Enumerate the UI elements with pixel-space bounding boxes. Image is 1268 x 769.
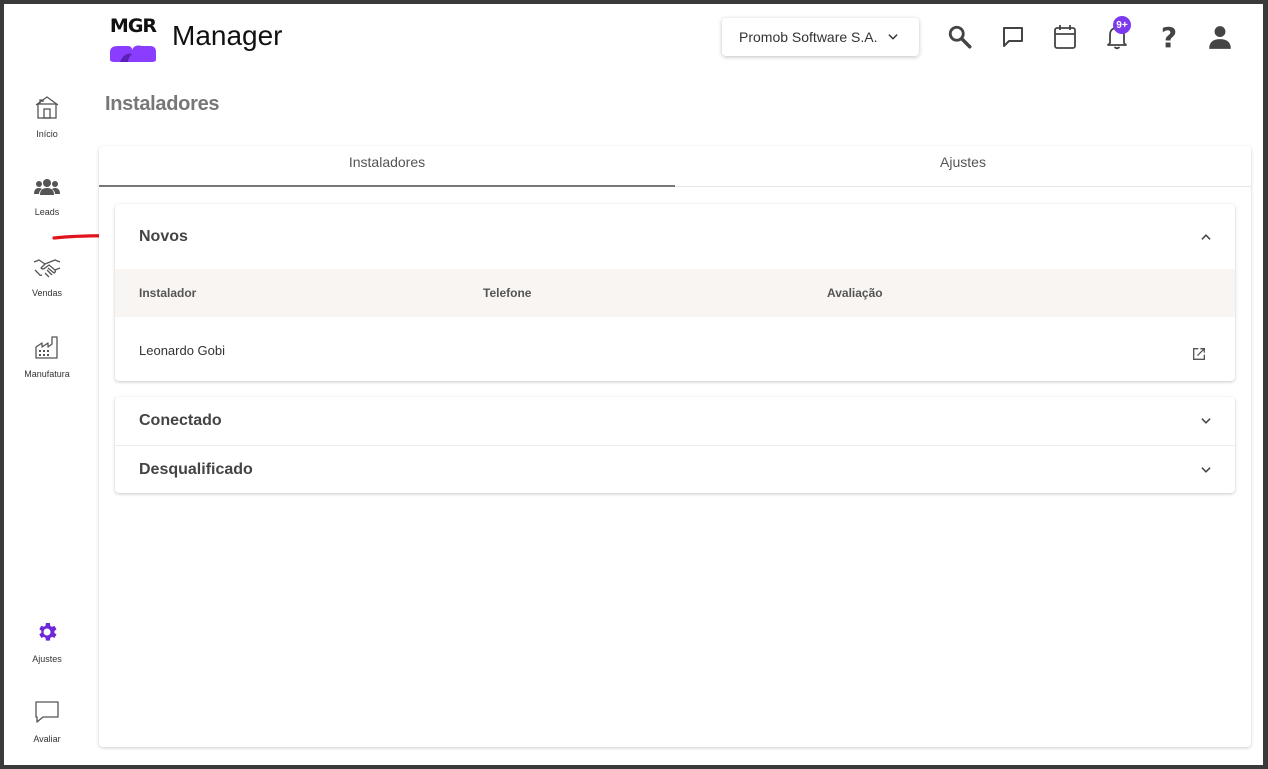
company-select[interactable]: Promob Software S.A. [722,18,919,56]
sidebar-item-manufatura[interactable]: Manufatura [4,327,90,387]
logo-shape [110,45,156,62]
gear-icon [35,620,59,649]
accordion-group-collapsed: Conectado Desqualificado [115,397,1235,493]
sidebar-item-leads[interactable]: Leads [4,167,90,227]
cell-instalador: Leonardo Gobi [139,343,226,358]
chevron-up-icon[interactable] [1199,230,1213,244]
factory-icon [34,335,60,364]
tab-instaladores[interactable]: Instaladores [99,146,675,187]
page-title: Instaladores [105,93,220,115]
home-icon [34,95,60,124]
section-title: Conectado [139,412,222,429]
accordion-header-desqualificado[interactable]: Desqualificado [115,446,1235,493]
app-window: MGR Manager Promob Software S.A. 9+ ? In… [4,4,1263,765]
sidebar-item-ajustes[interactable]: Ajustes [4,612,90,672]
table-row[interactable]: Leonardo Gobi [115,317,1235,383]
accordion-header-conectado[interactable]: Conectado [115,397,1235,445]
table-header: Instalador Telefone Avaliação [115,269,1235,317]
sidebar-item-label: Avaliar [33,734,61,744]
accordion-novos: Novos Instalador Telefone Avaliação Leon… [115,204,1235,381]
calendar-icon[interactable] [1051,23,1079,51]
tab-bar: Instaladores Ajustes [99,146,1251,187]
comment-icon [34,700,60,729]
open-external-icon[interactable] [1191,346,1207,362]
main-panel: Instaladores Ajustes Novos Instalador Te… [99,146,1251,747]
top-header: MGR Manager Promob Software S.A. 9+ ? [4,4,1263,72]
app-logo[interactable]: MGR [108,12,158,62]
sidebar-item-label: Manufatura [24,369,70,379]
accordion-header-novos[interactable]: Novos [115,204,1235,269]
company-name: Promob Software S.A. [739,29,878,45]
sidebar-item-label: Ajustes [32,654,62,664]
logo-text: MGR [109,15,157,37]
column-header-telefone[interactable]: Telefone [483,286,531,300]
chat-icon[interactable] [999,23,1027,51]
section-title: Desqualificado [139,460,253,478]
sidebar-item-inicio[interactable]: Início [4,87,90,147]
chevron-down-icon[interactable] [1199,414,1213,428]
column-header-avaliacao[interactable]: Avaliação [827,286,883,300]
chevron-down-icon [886,30,900,44]
sidebar-item-label: Início [36,129,58,139]
search-icon[interactable] [946,23,974,51]
chevron-down-icon[interactable] [1199,463,1213,477]
sidebar-item-vendas[interactable]: Vendas [4,247,90,307]
user-icon[interactable] [1206,23,1234,51]
sidebar-item-label: Leads [34,207,60,217]
help-icon[interactable]: ? [1155,21,1183,54]
sidebar-item-avaliar[interactable]: Avaliar [4,692,90,752]
sidebar-item-label: Vendas [31,288,63,298]
group-icon [34,177,60,202]
section-title: Novos [139,227,188,245]
app-title: Manager [172,20,283,51]
tab-ajustes[interactable]: Ajustes [675,146,1251,186]
handshake-icon [33,256,61,283]
column-header-instalador[interactable]: Instalador [139,286,196,300]
sidebar: Início Leads Vendas Manufatura Ajustes A… [4,72,94,765]
notification-badge: 9+ [1113,16,1131,34]
